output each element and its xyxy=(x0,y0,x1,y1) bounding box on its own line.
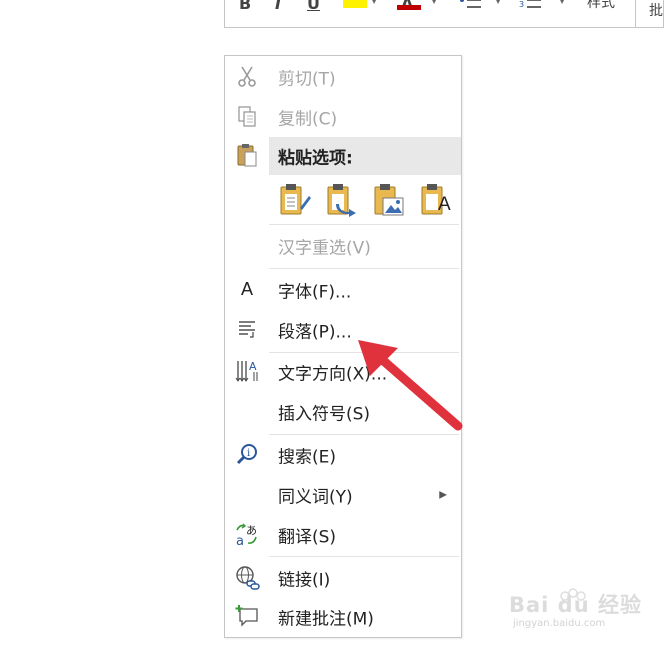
menu-item-synonyms[interactable]: 同义词(Y) ▶ xyxy=(225,478,461,512)
menu-item-label: 字体(F)... xyxy=(278,282,352,303)
menu-item-label: 新建批注(M) xyxy=(278,609,374,630)
watermark-url: jingyan.baidu.com xyxy=(513,618,606,629)
new-comment-icon xyxy=(231,600,263,632)
text-direction-icon: A xyxy=(231,355,263,387)
scissors-icon xyxy=(231,60,263,92)
menu-item-label: 复制(C) xyxy=(278,109,338,130)
paragraph-icon xyxy=(231,313,263,345)
menu-item-translate[interactable]: a あ 翻译(S) xyxy=(225,518,461,552)
chevron-down-icon[interactable]: ▼ xyxy=(559,0,565,5)
font-color-swatch xyxy=(397,5,421,10)
keep-source-formatting-icon[interactable] xyxy=(275,178,315,222)
menu-divider xyxy=(269,224,459,225)
annotation-arrow-icon xyxy=(358,340,463,431)
keep-text-only-icon[interactable]: A xyxy=(416,178,456,222)
menu-item-cut[interactable]: 剪切(T) xyxy=(225,60,461,94)
chevron-down-icon[interactable]: ▼ xyxy=(495,0,501,5)
menu-item-reconversion[interactable]: 汉字重选(V) xyxy=(225,229,461,263)
paste-options-header: 粘贴选项: xyxy=(269,137,461,175)
text-only-glyph: A xyxy=(438,194,451,215)
formatting-ribbon: B I U ▼ A ▼ ▼ 3 ▼ 样式 批 xyxy=(224,0,664,28)
menu-item-label: 剪切(T) xyxy=(278,69,336,90)
menu-item-search[interactable]: i 搜索(E) xyxy=(225,438,461,472)
font-glyph: A xyxy=(240,278,253,299)
translate-icon: a あ xyxy=(231,518,263,550)
italic-button[interactable]: I xyxy=(275,0,281,13)
search-icon: i xyxy=(231,438,263,470)
ribbon-divider xyxy=(635,0,636,28)
menu-item-copy[interactable]: 复制(C) xyxy=(225,100,461,134)
menu-item-label: 汉字重选(V) xyxy=(278,238,371,259)
comment-button[interactable]: 批 xyxy=(649,0,663,20)
chevron-down-icon[interactable]: ▼ xyxy=(431,0,437,5)
svg-text:A: A xyxy=(249,360,257,373)
font-icon: A xyxy=(231,273,263,305)
menu-item-new-comment[interactable]: 新建批注(M) xyxy=(225,600,461,634)
bullets-icon[interactable] xyxy=(459,0,481,9)
numbering-icon[interactable]: 3 xyxy=(519,0,541,9)
menu-divider xyxy=(269,268,459,269)
styles-button[interactable]: 样式 xyxy=(587,0,615,12)
bold-button[interactable]: B xyxy=(239,0,251,13)
picture-icon[interactable] xyxy=(369,178,409,222)
highlight-color-button[interactable] xyxy=(343,0,367,8)
copy-icon xyxy=(231,100,263,132)
menu-item-label: 搜索(E) xyxy=(278,447,337,468)
menu-item-font[interactable]: A 字体(F)... xyxy=(225,273,461,307)
chevron-down-icon[interactable]: ▼ xyxy=(371,0,379,6)
menu-item-label: 链接(I) xyxy=(278,570,331,591)
paste-icon xyxy=(231,139,263,171)
chevron-right-icon: ▶ xyxy=(439,489,447,501)
svg-text:i: i xyxy=(247,448,250,459)
menu-divider xyxy=(269,556,459,557)
menu-item-link[interactable]: 链接(I) xyxy=(225,561,461,595)
menu-item-label: 翻译(S) xyxy=(278,527,337,548)
merge-formatting-icon[interactable] xyxy=(322,178,362,222)
watermark-text: Bai du 经验 xyxy=(509,593,642,617)
underline-button[interactable]: U xyxy=(307,0,320,13)
svg-text:a: a xyxy=(236,534,244,547)
paste-options-label: 粘贴选项: xyxy=(278,148,353,169)
link-icon xyxy=(231,561,263,593)
svg-text:3: 3 xyxy=(519,0,524,9)
svg-text:あ: あ xyxy=(246,524,257,537)
menu-item-label: 同义词(Y) xyxy=(278,487,353,508)
